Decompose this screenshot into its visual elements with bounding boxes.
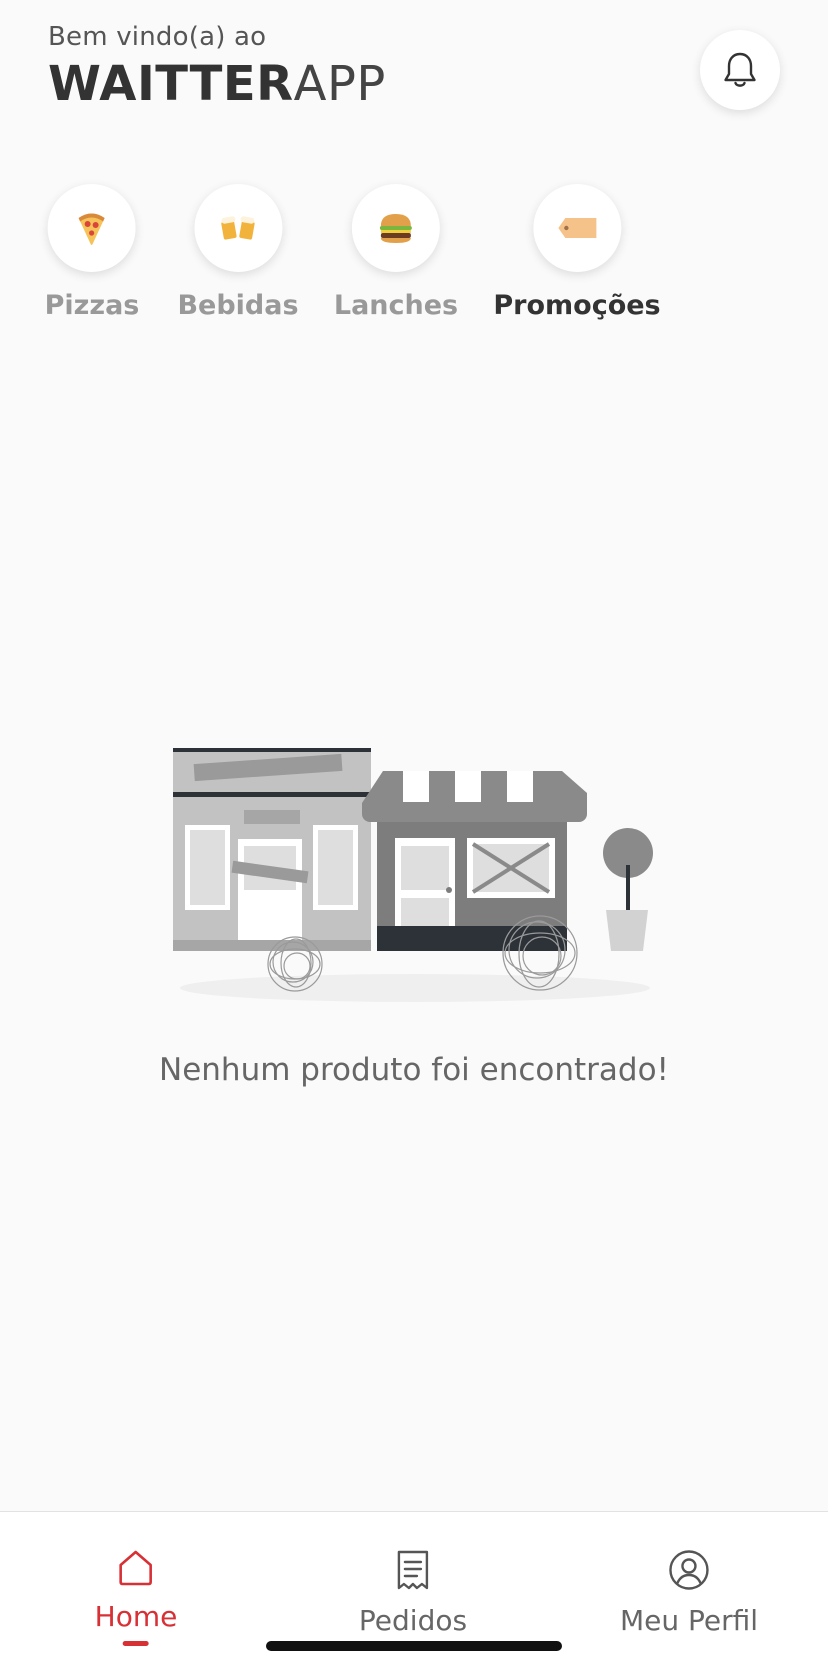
active-tab-indicator: [123, 1641, 149, 1646]
brand-light-text: APP: [293, 56, 386, 112]
home-indicator[interactable]: [266, 1641, 562, 1651]
notifications-button[interactable]: [700, 30, 780, 110]
burger-icon: [351, 184, 440, 272]
category-pizzas[interactable]: Pizzas: [44, 184, 140, 321]
tab-pedidos[interactable]: Pedidos: [359, 1548, 467, 1637]
category-label: Pizzas: [44, 290, 140, 321]
tab-label: Meu Perfil: [619, 1604, 759, 1637]
pizza-icon: [47, 184, 136, 272]
tab-home[interactable]: Home: [94, 1548, 178, 1646]
header: Bem vindo(a) ao WAITTERAPP: [48, 22, 386, 112]
category-label: Promoções: [493, 290, 661, 321]
category-label: Bebidas: [177, 290, 299, 321]
profile-icon: [669, 1550, 709, 1590]
orders-icon: [397, 1550, 429, 1590]
brand-logo: WAITTERAPP: [48, 56, 386, 112]
category-label: Lanches: [333, 290, 459, 321]
tab-label: Home: [94, 1600, 178, 1633]
welcome-text: Bem vindo(a) ao: [48, 22, 267, 52]
empty-state-message: Nenhum produto foi encontrado!: [159, 1052, 669, 1088]
bell-icon: [724, 52, 756, 87]
category-bebidas[interactable]: Bebidas: [177, 184, 299, 321]
tab-label: Pedidos: [358, 1604, 468, 1637]
category-lanches[interactable]: Lanches: [334, 184, 458, 321]
closed-stores-illustration: [173, 748, 653, 1002]
home-icon: [119, 1550, 153, 1586]
category-promocoes[interactable]: Promoções: [493, 184, 661, 321]
tab-meu-perfil[interactable]: Meu Perfil: [620, 1548, 758, 1637]
brand-bold-text: WAITTER: [48, 56, 294, 112]
price-tag-icon: [533, 184, 621, 272]
beer-mugs-icon: [194, 184, 282, 272]
